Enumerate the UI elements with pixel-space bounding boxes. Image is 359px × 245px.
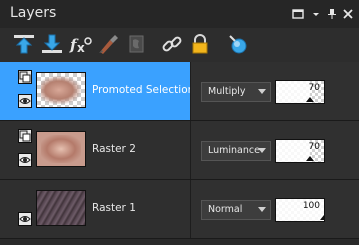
layer-name: Promoted Selection [92,84,195,96]
layer-list: Promoted Selection Multiply 70 Raster 2 … [0,62,359,245]
opacity-value: 70 [308,142,320,152]
layer-properties: Normal 100 [190,180,359,238]
layer-row-promoted-selection[interactable]: Promoted Selection Multiply 70 [0,62,359,121]
layer-row-raster-1[interactable]: Raster 1 Normal 100 [0,180,359,239]
layer-name: Raster 1 [92,202,136,214]
layers-toolbar: fx [0,28,359,63]
dropdown-arrow-icon [258,89,266,94]
opacity-marker[interactable] [320,215,324,220]
opacity-slider[interactable]: 100 [275,198,325,222]
layer-thumbnail [36,72,86,108]
dropdown-arrow-icon [258,207,266,212]
layer-name-area[interactable]: Promoted Selection [0,62,194,120]
mask-icon[interactable] [124,32,148,56]
layer-properties: Multiply 70 [190,62,359,120]
layer-name-area[interactable]: Raster 2 [0,121,190,179]
pin-icon[interactable] [326,8,338,20]
svg-text:x: x [77,41,85,55]
move-layer-down-icon[interactable] [40,32,64,56]
window-icon[interactable] [292,8,304,20]
opacity-marker[interactable] [305,97,314,102]
blend-mode-value: Luminance [208,145,260,156]
close-icon[interactable] [342,8,354,20]
layer-thumbnail [36,131,86,167]
lock-icon[interactable] [188,32,212,56]
opacity-value: 70 [308,83,320,93]
eye-visibility-icon[interactable] [18,153,32,167]
layer-name: Raster 2 [92,143,136,155]
visibility-toggle-icon[interactable] [226,32,250,56]
layer-row-raster-2[interactable]: Raster 2 Luminance 70 [0,121,359,180]
move-layer-up-icon[interactable] [12,32,36,56]
dropdown-arrow-icon [258,148,266,153]
layer-thumbnail [36,190,86,226]
panel-title: Layers [10,5,57,21]
eye-visibility-icon[interactable] [18,212,32,226]
opacity-slider[interactable]: 70 [275,139,325,163]
blend-mode-select[interactable]: Normal [201,200,271,220]
blend-mode-select[interactable]: Multiply [201,82,271,102]
panel-titlebar: Layers [0,0,359,28]
effects-fx-icon[interactable]: fx [68,32,92,56]
opacity-value: 100 [302,201,320,211]
layer-properties: Luminance 70 [190,121,359,179]
opacity-slider[interactable]: 70 [275,80,325,104]
blend-mode-value: Normal [208,204,243,215]
layer-name-area[interactable]: Raster 1 [0,180,190,238]
layer-group-icon[interactable] [18,129,32,143]
blend-mode-select[interactable]: Luminance [201,141,271,161]
eye-visibility-icon[interactable] [18,94,32,108]
link-icon[interactable] [160,32,184,56]
layer-group-icon[interactable] [18,70,32,84]
opacity-marker[interactable] [305,156,314,161]
menu-arrow-icon[interactable] [310,8,322,20]
blend-mode-value: Multiply [208,86,246,97]
paint-brush-icon[interactable] [96,32,120,56]
layers-panel: Layers fx Promoted Selection Multiply 70… [0,0,359,245]
